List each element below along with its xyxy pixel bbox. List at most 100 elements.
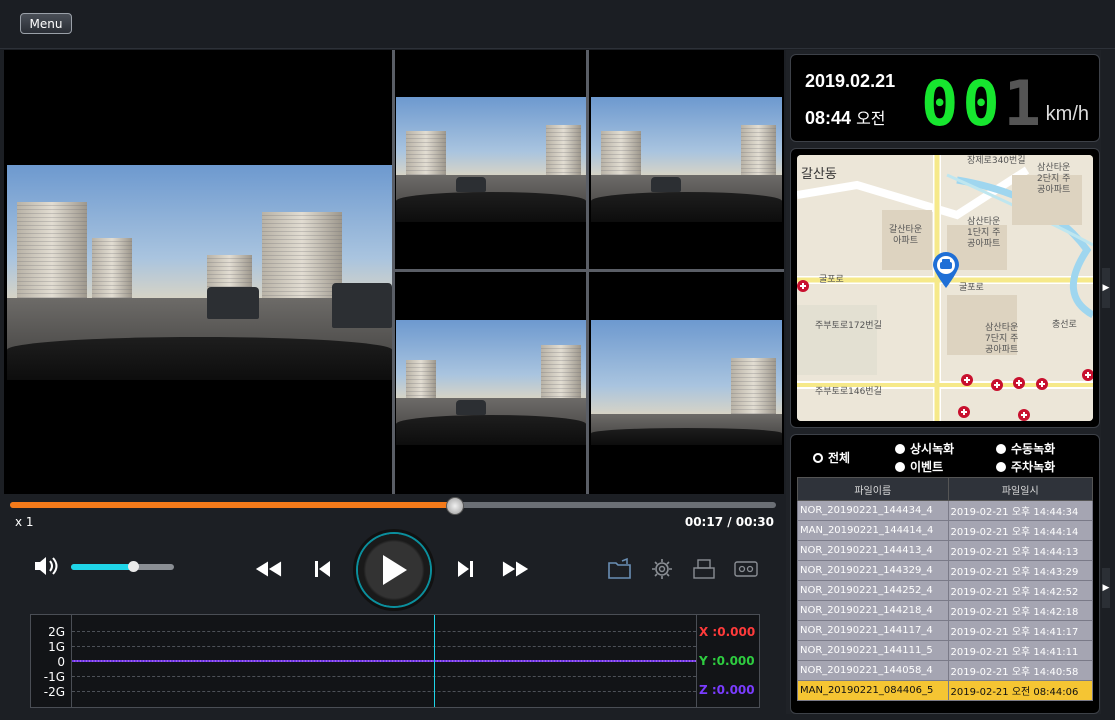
- video-area: [4, 50, 784, 494]
- speed-unit: km/h: [1045, 103, 1089, 125]
- file-datetime-cell: 2019-02-21 오후 14:43:29: [947, 560, 1094, 581]
- fast-forward-icon[interactable]: [502, 556, 530, 582]
- speed-readout: 001: [921, 73, 1045, 135]
- file-table: 파일이름 파일일시 NOR_20190221_144434_4 2019-02-2…: [797, 477, 1094, 701]
- map-label-area: 갈산동: [801, 167, 837, 182]
- print-icon[interactable]: [690, 556, 718, 582]
- record-time: 08:44 오전: [805, 108, 886, 128]
- filter-all-radio[interactable]: 전체: [813, 449, 850, 466]
- table-row[interactable]: NOR_20190221_144111_5 2019-02-21 오후 14:41…: [797, 640, 1094, 661]
- table-row[interactable]: NOR_20190221_144329_4 2019-02-21 오후 14:43…: [797, 560, 1094, 581]
- top-bar: Menu: [0, 0, 1115, 49]
- g-axis-label: 2G: [48, 625, 65, 639]
- g-axis-label: 1G: [48, 640, 65, 654]
- g-z-value: Z :0.000: [699, 683, 755, 697]
- volume-icon[interactable]: [32, 553, 60, 579]
- map-label-apt: 삼산타운 7단지 주 공아파트: [985, 323, 1019, 355]
- record-date: 2019.02.21: [805, 71, 896, 91]
- map-label-apt: 갈산타운 아파트: [889, 225, 923, 246]
- g-axis-label: -2G: [43, 685, 65, 699]
- rewind-icon[interactable]: [254, 556, 282, 582]
- map-label-apt: 삼산타운 2단지 주 공아파트: [1037, 163, 1071, 195]
- seek-handle[interactable]: [446, 497, 465, 515]
- file-datetime-cell: 2019-02-21 오후 14:42:18: [947, 600, 1094, 621]
- table-row[interactable]: NOR_20190221_144058_4 2019-02-21 오후 14:40…: [797, 660, 1094, 681]
- g-sensor-plot: [71, 615, 697, 707]
- file-list-panel: 전체 상시녹화 이벤트 수동녹화 주차녹화 파일이름 파일일시 NOR_2019…: [790, 434, 1100, 714]
- camera-view-4[interactable]: [396, 320, 586, 445]
- map-expand-arrow[interactable]: ▶: [1102, 268, 1110, 308]
- main-camera-view[interactable]: [7, 165, 392, 380]
- table-row[interactable]: NOR_20190221_144434_4 2019-02-21 오후 14:44…: [797, 500, 1094, 521]
- filter-manual-radio[interactable]: 수동녹화: [996, 440, 1055, 457]
- column-header-filename[interactable]: 파일이름: [797, 477, 949, 501]
- table-row[interactable]: MAN_20190221_144414_4 2019-02-21 오후 14:44…: [797, 520, 1094, 541]
- location-pin-icon: [931, 251, 961, 293]
- file-name-cell: NOR_20190221_144434_4: [797, 500, 949, 521]
- menu-button[interactable]: Menu: [20, 13, 72, 34]
- file-name-cell: NOR_20190221_144058_4: [797, 660, 949, 681]
- tape-export-icon[interactable]: [732, 556, 760, 582]
- previous-icon[interactable]: [308, 556, 336, 582]
- file-datetime-cell: 2019-02-21 오전 08:44:06: [947, 680, 1094, 701]
- volume-level: [71, 564, 133, 570]
- time-display: 00:17 / 00:30: [684, 515, 774, 529]
- g-y-value: Y :0.000: [699, 654, 755, 668]
- map-label-apt: 삼산타운 1단지 주 공아파트: [967, 217, 1001, 249]
- speed-digit: 0: [962, 67, 1004, 140]
- camera-view-3[interactable]: [591, 97, 782, 222]
- g-sensor-graph: 2G 1G 0 -1G -2G X :0.000 Y :0.000 Z :0.0…: [30, 614, 760, 708]
- dashboard-panel: 2019.02.21 08:44 오전 001 km/h: [790, 54, 1100, 142]
- column-header-datetime[interactable]: 파일일시: [947, 477, 1094, 501]
- gps-map[interactable]: 갈산동 장제로340번길 갈산타운 아파트 삼산타운 1단지 주 공아파트 삼산…: [797, 155, 1093, 421]
- g-sensor-cursor: [434, 615, 435, 707]
- file-datetime-cell: 2019-02-21 오후 14:40:58: [947, 660, 1094, 681]
- camera-view-2[interactable]: [396, 97, 586, 222]
- play-button[interactable]: [358, 534, 430, 606]
- settings-gear-icon[interactable]: [648, 556, 676, 582]
- playback-speed: x 1: [15, 515, 34, 529]
- g-axis-label: 0: [57, 655, 65, 669]
- g-axis-label: -1G: [43, 670, 65, 684]
- volume-handle[interactable]: [127, 561, 139, 572]
- file-datetime-cell: 2019-02-21 오후 14:42:52: [947, 580, 1094, 601]
- file-name-cell: NOR_20190221_144329_4: [797, 560, 949, 581]
- map-label-road: 굴포로: [819, 275, 844, 285]
- camera-view-5[interactable]: [591, 320, 782, 445]
- file-name-cell: NOR_20190221_144111_5: [797, 640, 949, 661]
- file-name-cell: MAN_20190221_144414_4: [797, 520, 949, 541]
- table-row[interactable]: MAN_20190221_084406_5 2019-02-21 오전 08:44…: [797, 680, 1094, 701]
- g-x-value: X :0.000: [699, 625, 756, 639]
- map-label-road: 굴포로: [959, 283, 984, 293]
- next-icon[interactable]: [452, 556, 480, 582]
- map-label-street: 주부토로172번길: [815, 321, 882, 331]
- speed-digit: 0: [921, 67, 963, 140]
- seek-bar[interactable]: [10, 497, 776, 515]
- filter-parking-radio[interactable]: 주차녹화: [996, 458, 1055, 475]
- table-row[interactable]: NOR_20190221_144413_4 2019-02-21 오후 14:44…: [797, 540, 1094, 561]
- speed-digit: 1: [1003, 67, 1045, 140]
- volume-slider[interactable]: [71, 561, 174, 572]
- list-expand-arrow[interactable]: ▶: [1102, 568, 1110, 608]
- filter-event-radio[interactable]: 이벤트: [895, 458, 943, 475]
- file-name-cell: NOR_20190221_144252_4: [797, 580, 949, 601]
- map-panel: 갈산동 장제로340번길 갈산타운 아파트 삼산타운 1단지 주 공아파트 삼산…: [790, 148, 1100, 428]
- map-label-top: 장제로340번길: [967, 156, 1026, 166]
- table-row[interactable]: NOR_20190221_144252_4 2019-02-21 오후 14:42…: [797, 580, 1094, 601]
- filter-normal-radio[interactable]: 상시녹화: [895, 440, 954, 457]
- file-datetime-cell: 2019-02-21 오후 14:44:14: [947, 520, 1094, 541]
- file-datetime-cell: 2019-02-21 오후 14:44:34: [947, 500, 1094, 521]
- map-label-street: 주부토로146번길: [815, 387, 882, 397]
- seek-progress: [10, 502, 455, 508]
- play-icon: [383, 555, 407, 585]
- table-row[interactable]: NOR_20190221_144218_4 2019-02-21 오후 14:42…: [797, 600, 1094, 621]
- g-sensor-trace: [72, 660, 696, 662]
- file-datetime-cell: 2019-02-21 오후 14:41:11: [947, 640, 1094, 661]
- open-folder-icon[interactable]: [606, 556, 634, 582]
- file-name-cell: NOR_20190221_144218_4: [797, 600, 949, 621]
- table-row[interactable]: NOR_20190221_144117_4 2019-02-21 오후 14:41…: [797, 620, 1094, 641]
- file-name-cell: NOR_20190221_144413_4: [797, 540, 949, 561]
- file-datetime-cell: 2019-02-21 오후 14:41:17: [947, 620, 1094, 641]
- file-datetime-cell: 2019-02-21 오후 14:44:13: [947, 540, 1094, 561]
- map-label-side: 충선로: [1052, 320, 1077, 330]
